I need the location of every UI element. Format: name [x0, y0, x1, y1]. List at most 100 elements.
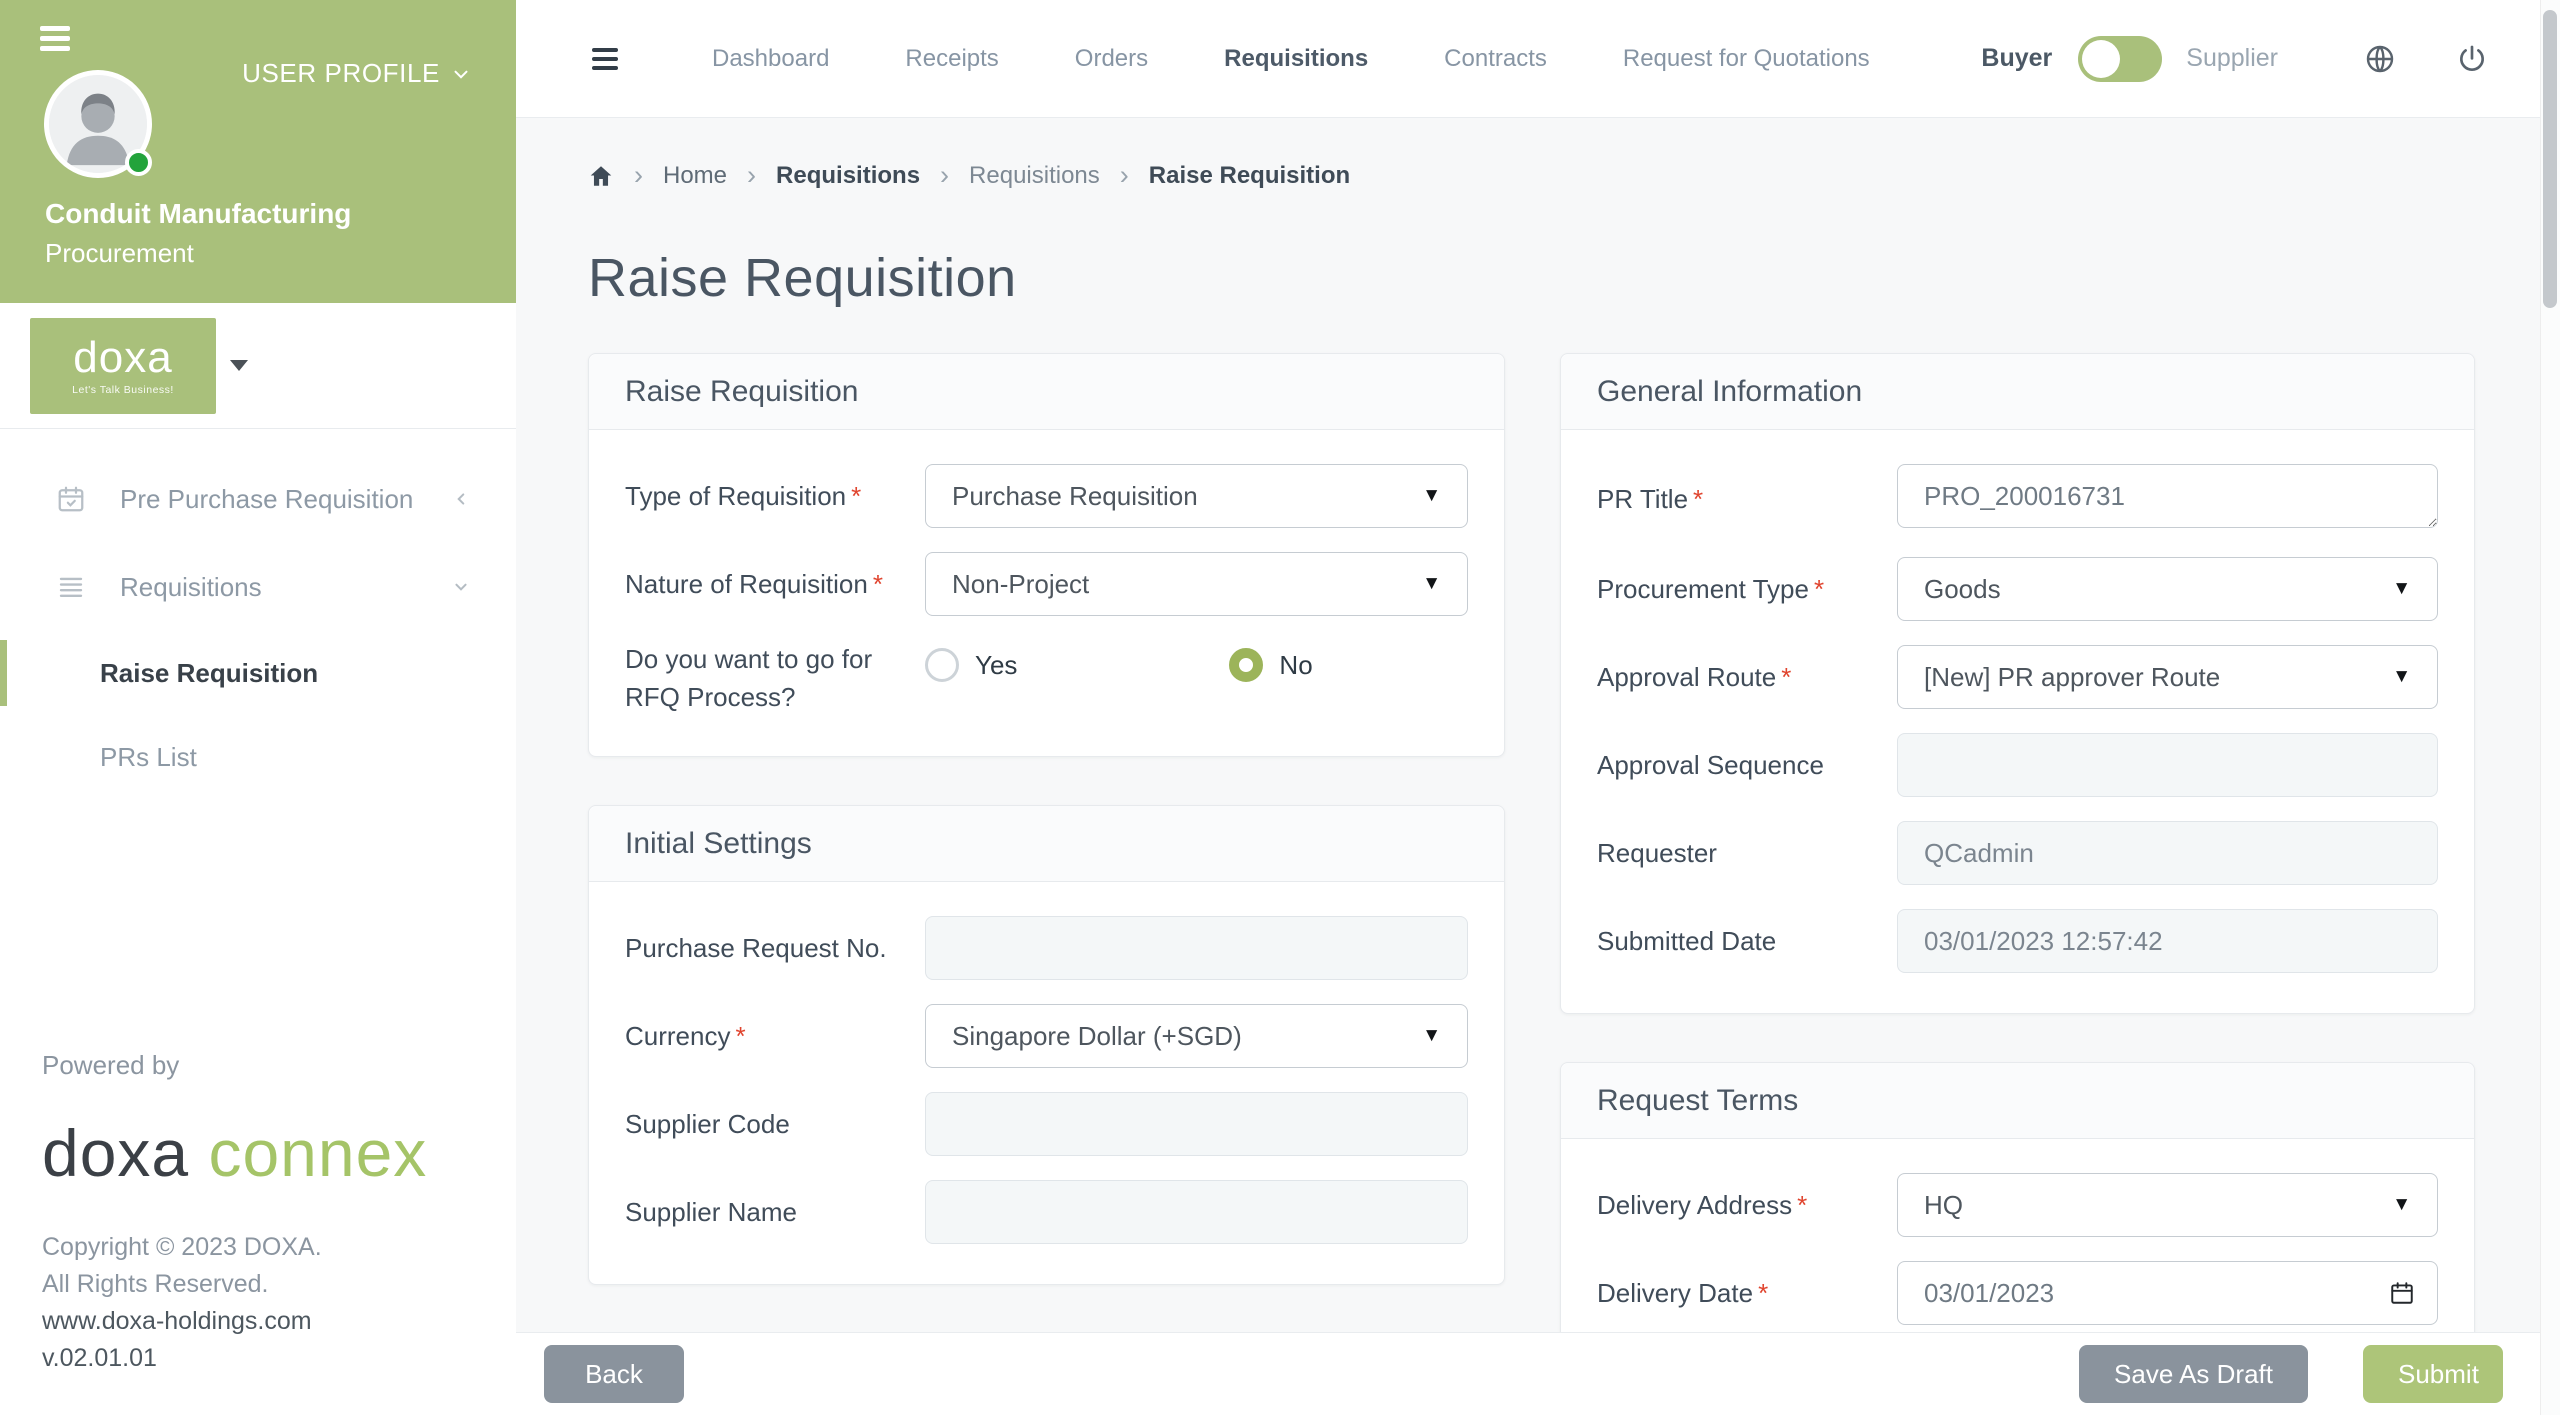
type-of-requisition-select[interactable]: Purchase Requisition ▼: [925, 464, 1468, 528]
field-label: Delivery Date*: [1597, 1274, 1897, 1312]
chevron-down-icon: ▼: [1422, 1025, 1441, 1047]
sidebar-profile-section: USER PROFILE Conduit Manufacturing Procu…: [0, 0, 516, 303]
field-label: Supplier Name: [625, 1193, 925, 1231]
sidebar-subitem-raise-requisition[interactable]: Raise Requisition: [0, 631, 516, 715]
sidebar-item-pre-purchase-requisition[interactable]: Pre Purchase Requisition: [0, 455, 516, 543]
date-value: 03/01/2023: [1924, 1278, 2054, 1309]
supplier-code-input[interactable]: [925, 1092, 1468, 1156]
back-button[interactable]: Back: [544, 1345, 684, 1403]
avatar: [44, 70, 152, 178]
buyer-label: Buyer: [1981, 44, 2052, 73]
scrollbar-thumb[interactable]: [2543, 10, 2557, 308]
nav-link-contracts[interactable]: Contracts: [1444, 45, 1547, 73]
rfq-radio-yes[interactable]: Yes: [925, 648, 1017, 682]
top-navbar: Dashboard Receipts Orders Requisitions C…: [516, 0, 2560, 118]
brand-wordmark: doxa connex: [42, 1115, 482, 1191]
brand-wordmark-connex: connex: [208, 1116, 427, 1190]
rights-text: All Rights Reserved.: [42, 1266, 482, 1303]
select-value: [New] PR approver Route: [1924, 662, 2220, 693]
rfq-radio-no[interactable]: No: [1229, 648, 1312, 682]
field-label: Delivery Address*: [1597, 1186, 1897, 1224]
org-switcher-caret-icon[interactable]: [230, 360, 248, 371]
page-title: Raise Requisition: [588, 247, 2475, 309]
brand-wordmark-doxa: doxa: [42, 1116, 189, 1190]
user-profile-button[interactable]: USER PROFILE: [242, 58, 472, 89]
breadcrumb-home[interactable]: Home: [663, 162, 727, 190]
submitted-date-input[interactable]: [1897, 909, 2438, 973]
nav-link-request-for-quotations[interactable]: Request for Quotations: [1623, 45, 1870, 73]
sidebar-item-requisitions[interactable]: Requisitions: [0, 543, 516, 631]
card-title: General Information: [1561, 354, 2474, 430]
content-area: › Home › Requisitions › Requisitions › R…: [516, 118, 2560, 1333]
procurement-type-select[interactable]: Goods ▼: [1897, 557, 2438, 621]
brand-logo-text: doxa: [73, 336, 172, 380]
nav-link-dashboard[interactable]: Dashboard: [712, 45, 829, 73]
field-label: Requester: [1597, 834, 1897, 872]
rfq-radio-group: Yes No: [925, 640, 1468, 682]
left-column: Raise Requisition Type of Requisition* P…: [588, 353, 1505, 1285]
delivery-address-select[interactable]: HQ ▼: [1897, 1173, 2438, 1237]
topnav-hamburger-icon[interactable]: [592, 48, 618, 70]
raise-requisition-card: Raise Requisition Type of Requisition* P…: [588, 353, 1505, 757]
navbar-right-cluster: Buyer Supplier: [1981, 36, 2488, 82]
field-label: Approval Sequence: [1597, 746, 1897, 784]
delivery-date-input[interactable]: 03/01/2023: [1897, 1261, 2438, 1325]
field-label: Type of Requisition*: [625, 477, 925, 515]
nav-link-requisitions[interactable]: Requisitions: [1224, 45, 1368, 73]
required-mark: *: [1758, 1278, 1768, 1308]
globe-icon[interactable]: [2364, 43, 2396, 75]
card-title: Raise Requisition: [589, 354, 1504, 430]
request-terms-card: Request Terms Delivery Address* HQ ▼: [1560, 1062, 2475, 1333]
sidebar-subitem-prs-list[interactable]: PRs List: [0, 715, 516, 799]
sidebar-footer: Powered by doxa connex Copyright © 2023 …: [42, 1050, 482, 1377]
power-icon[interactable]: [2456, 43, 2488, 75]
approval-sequence-input[interactable]: [1897, 733, 2438, 797]
radio-label: No: [1279, 650, 1312, 681]
radio-checked-icon: [1229, 648, 1263, 682]
nature-of-requisition-select[interactable]: Non-Project ▼: [925, 552, 1468, 616]
approval-route-select[interactable]: [New] PR approver Route ▼: [1897, 645, 2438, 709]
sidebar-nav: Pre Purchase Requisition Requisitions Ra…: [0, 429, 516, 799]
breadcrumb-requisitions[interactable]: Requisitions: [776, 162, 920, 190]
brand-tagline: Let's Talk Business!: [72, 384, 174, 396]
chevron-down-icon: ▼: [2392, 666, 2411, 688]
card-title: Request Terms: [1561, 1063, 2474, 1139]
required-mark: *: [873, 569, 883, 599]
department-label: Procurement: [45, 238, 194, 269]
field-label: Submitted Date: [1597, 922, 1897, 960]
purchase-request-no-input[interactable]: [925, 916, 1468, 980]
chevron-down-icon: [450, 576, 472, 598]
nav-link-orders[interactable]: Orders: [1075, 45, 1148, 73]
nav-link-receipts[interactable]: Receipts: [905, 45, 998, 73]
right-column: General Information PR Title* PRO_200016…: [1560, 353, 2475, 1333]
required-mark: *: [735, 1021, 745, 1051]
field-label: Supplier Code: [625, 1105, 925, 1143]
radio-label: Yes: [975, 650, 1017, 681]
requester-input[interactable]: [1897, 821, 2438, 885]
submit-button[interactable]: Submit: [2363, 1345, 2503, 1403]
brand-logo[interactable]: doxa Let's Talk Business!: [30, 318, 216, 414]
required-mark: *: [1814, 574, 1824, 604]
pr-title-textarea[interactable]: PRO_200016731: [1897, 464, 2438, 528]
field-label: Purchase Request No.: [625, 929, 925, 967]
sidebar-item-label: Requisitions: [120, 572, 262, 603]
sidebar-hamburger-icon[interactable]: [40, 26, 70, 51]
chevron-down-icon: [450, 63, 472, 85]
buyer-supplier-toggle[interactable]: [2078, 36, 2162, 82]
online-status-dot: [125, 149, 152, 176]
save-as-draft-button[interactable]: Save As Draft: [2079, 1345, 2308, 1403]
brand-logo-section: doxa Let's Talk Business!: [0, 303, 516, 429]
breadcrumb-separator: ›: [747, 160, 756, 191]
currency-select[interactable]: Singapore Dollar (+SGD) ▼: [925, 1004, 1468, 1068]
calendar-icon: [56, 484, 86, 514]
user-profile-label: USER PROFILE: [242, 58, 440, 89]
supplier-label: Supplier: [2186, 44, 2278, 73]
radio-unchecked-icon: [925, 648, 959, 682]
supplier-name-input[interactable]: [925, 1180, 1468, 1244]
select-value: Non-Project: [952, 569, 1089, 600]
home-icon[interactable]: [588, 163, 614, 189]
select-value: Goods: [1924, 574, 2001, 605]
required-mark: *: [1781, 662, 1791, 692]
breadcrumb-requisitions-2[interactable]: Requisitions: [969, 162, 1100, 190]
list-icon: [56, 572, 86, 602]
